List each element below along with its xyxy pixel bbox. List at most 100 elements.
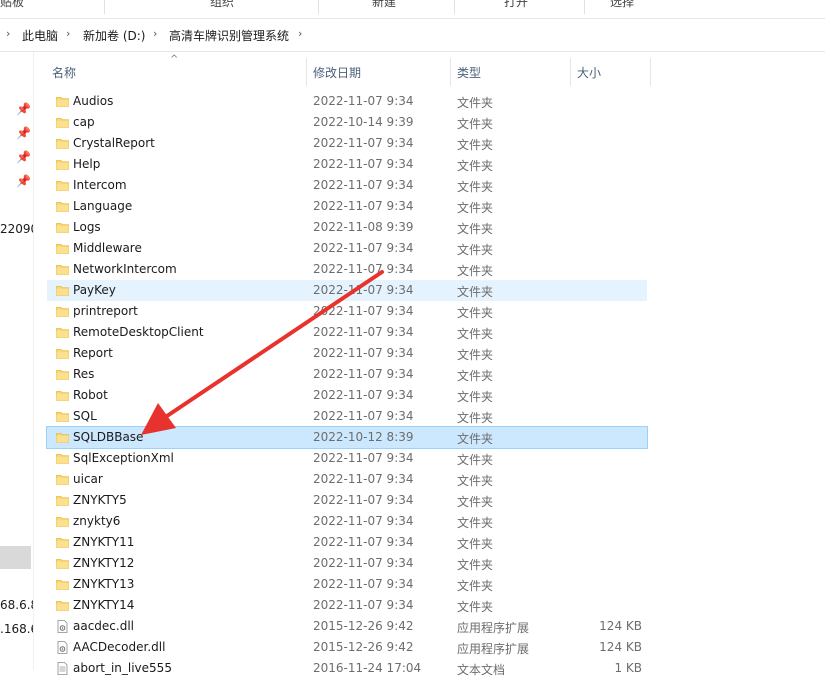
file-row[interactable]: Audios 2022-11-07 9:34 文件夹: [47, 91, 647, 112]
column-header-type[interactable]: 类型: [451, 58, 570, 86]
file-name: SQLDBBase: [73, 430, 144, 444]
file-row[interactable]: Res 2022-11-07 9:34 文件夹: [47, 364, 647, 385]
column-resize-handle[interactable]: [650, 58, 651, 86]
chevron-right-icon[interactable]: ›: [66, 27, 70, 40]
file-row[interactable]: SqlExceptionXml 2022-11-07 9:34 文件夹: [47, 448, 647, 469]
breadcrumb-drive-d[interactable]: 新加卷 (D:): [83, 27, 145, 44]
folder-icon: [56, 286, 69, 296]
file-name: ZNYKTY13: [73, 577, 135, 591]
file-name: ZNYKTY14: [73, 598, 135, 612]
folder-icon: [56, 307, 69, 317]
file-row[interactable]: printreport 2022-11-07 9:34 文件夹: [47, 301, 647, 322]
ribbon-group-clipboard[interactable]: 贴板: [0, 0, 24, 10]
file-name: AACDecoder.dll: [73, 640, 166, 654]
nav-item-selected[interactable]: [0, 546, 31, 569]
pin-icon[interactable]: 📌: [16, 150, 31, 164]
ribbon-separator: [318, 0, 319, 14]
file-list: Audios 2022-11-07 9:34 文件夹 cap 2022-10-14 9:…: [46, 91, 648, 679]
column-header-label: 类型: [457, 66, 482, 80]
chevron-right-icon[interactable]: ›: [298, 27, 302, 40]
file-row[interactable]: Middleware 2022-11-07 9:34 文件夹: [47, 238, 647, 259]
file-type: 文件夹: [457, 96, 494, 110]
ribbon-group-new[interactable]: 新建: [372, 0, 396, 10]
nav-item-partial[interactable]: 68.6.8: [0, 598, 33, 612]
file-row[interactable]: aacdec.dll 2015-12-26 9:42 应用程序扩展 124 KB: [47, 616, 647, 637]
file-row[interactable]: abort_in_live555 2016-11-24 17:04 文本文档 1 KB: [47, 658, 647, 679]
folder-icon: [56, 202, 69, 212]
file-modified-date: 2022-10-12 8:39: [313, 430, 414, 444]
column-header-label: 修改日期: [313, 66, 362, 80]
file-type: 文件夹: [457, 348, 494, 362]
file-modified-date: 2015-12-26 9:42: [313, 619, 414, 633]
file-type: 文件夹: [457, 516, 494, 530]
file-row[interactable]: cap 2022-10-14 9:39 文件夹: [47, 112, 647, 133]
column-header-size[interactable]: 大小: [571, 58, 650, 86]
file-row[interactable]: Help 2022-11-07 9:34 文件夹: [47, 154, 647, 175]
file-row[interactable]: SQLDBBase 2022-10-12 8:39 文件夹: [46, 426, 648, 449]
file-row[interactable]: ZNYKTY5 2022-11-07 9:34 文件夹: [47, 490, 647, 511]
file-modified-date: 2022-11-07 9:34: [313, 388, 414, 402]
file-name: ZNYKTY11: [73, 535, 135, 549]
address-bar[interactable]: › 此电脑 › 新加卷 (D:) › 高清车牌识别管理系统 ›: [0, 19, 825, 52]
ribbon-separator: [104, 0, 105, 14]
file-row[interactable]: Language 2022-11-07 9:34 文件夹: [47, 196, 647, 217]
file-row[interactable]: NetworkIntercom 2022-11-07 9:34 文件夹: [47, 259, 647, 280]
file-modified-date: 2016-11-24 17:04: [313, 661, 422, 675]
file-type: 应用程序扩展: [457, 621, 530, 635]
chevron-right-icon[interactable]: ›: [6, 27, 10, 40]
file-row[interactable]: PayKey 2022-11-07 9:34 文件夹: [47, 280, 647, 301]
file-row[interactable]: RemoteDesktopClient 2022-11-07 9:34 文件夹: [47, 322, 647, 343]
file-name: NetworkIntercom: [73, 262, 177, 276]
file-row[interactable]: ZNYKTY13 2022-11-07 9:34 文件夹: [47, 574, 647, 595]
column-header-label: 名称: [52, 66, 77, 80]
file-row[interactable]: Intercom 2022-11-07 9:34 文件夹: [47, 175, 647, 196]
column-header-date[interactable]: 修改日期: [307, 58, 450, 86]
file-type: 文件夹: [457, 474, 494, 488]
breadcrumb-this-pc[interactable]: 此电脑: [22, 27, 58, 44]
pin-icon[interactable]: 📌: [16, 174, 31, 188]
file-row[interactable]: Report 2022-11-07 9:34 文件夹: [47, 343, 647, 364]
file-row[interactable]: Logs 2022-11-08 9:39 文件夹: [47, 217, 647, 238]
file-type: 文件夹: [457, 558, 494, 572]
file-row[interactable]: uicar 2022-11-07 9:34 文件夹: [47, 469, 647, 490]
breadcrumb-current-folder[interactable]: 高清车牌识别管理系统: [169, 27, 289, 44]
file-name: abort_in_live555: [73, 661, 172, 675]
chevron-right-icon[interactable]: ›: [153, 27, 157, 40]
file-modified-date: 2022-11-07 9:34: [313, 577, 414, 591]
ribbon-group-select[interactable]: 选择: [610, 0, 634, 10]
folder-icon: [56, 601, 69, 611]
file-row[interactable]: CrystalReport 2022-11-07 9:34 文件夹: [47, 133, 647, 154]
file-row[interactable]: Robot 2022-11-07 9:34 文件夹: [47, 385, 647, 406]
file-modified-date: 2022-11-08 9:39: [313, 220, 414, 234]
file-modified-date: 2022-11-07 9:34: [313, 598, 414, 612]
file-type: 文件夹: [457, 369, 494, 383]
file-name: Report: [73, 346, 113, 360]
file-name: printreport: [73, 304, 138, 318]
file-modified-date: 2022-11-07 9:34: [313, 178, 414, 192]
ribbon-group-organize[interactable]: 组织: [210, 0, 234, 10]
file-row[interactable]: ZNYKTY12 2022-11-07 9:34 文件夹: [47, 553, 647, 574]
file-modified-date: 2015-12-26 9:42: [313, 640, 414, 654]
pin-icon[interactable]: 📌: [16, 102, 31, 116]
file-row[interactable]: SQL 2022-11-07 9:34 文件夹: [47, 406, 647, 427]
nav-item-partial[interactable]: 22090: [0, 222, 33, 236]
file-row[interactable]: znykty6 2022-11-07 9:34 文件夹: [47, 511, 647, 532]
file-type: 文件夹: [457, 453, 494, 467]
folder-icon: [56, 328, 69, 338]
file-modified-date: 2022-11-07 9:34: [313, 94, 414, 108]
pane-divider[interactable]: [33, 52, 34, 670]
nav-item-partial[interactable]: .168.6: [0, 622, 33, 636]
file-type: 文件夹: [457, 243, 494, 257]
folder-icon: [56, 370, 69, 380]
pin-icon[interactable]: 📌: [16, 126, 31, 140]
file-row[interactable]: ZNYKTY14 2022-11-07 9:34 文件夹: [47, 595, 647, 616]
folder-icon: [56, 433, 69, 443]
file-row[interactable]: ZNYKTY11 2022-11-07 9:34 文件夹: [47, 532, 647, 553]
file-row[interactable]: AACDecoder.dll 2015-12-26 9:42 应用程序扩展 124 K…: [47, 637, 647, 658]
file-name: RemoteDesktopClient: [73, 325, 204, 339]
file-type: 文件夹: [457, 411, 494, 425]
column-header-name[interactable]: 名称: [47, 58, 307, 86]
ribbon-group-open[interactable]: 打开: [504, 0, 528, 10]
file-modified-date: 2022-11-07 9:34: [313, 157, 414, 171]
file-modified-date: 2022-11-07 9:34: [313, 304, 414, 318]
